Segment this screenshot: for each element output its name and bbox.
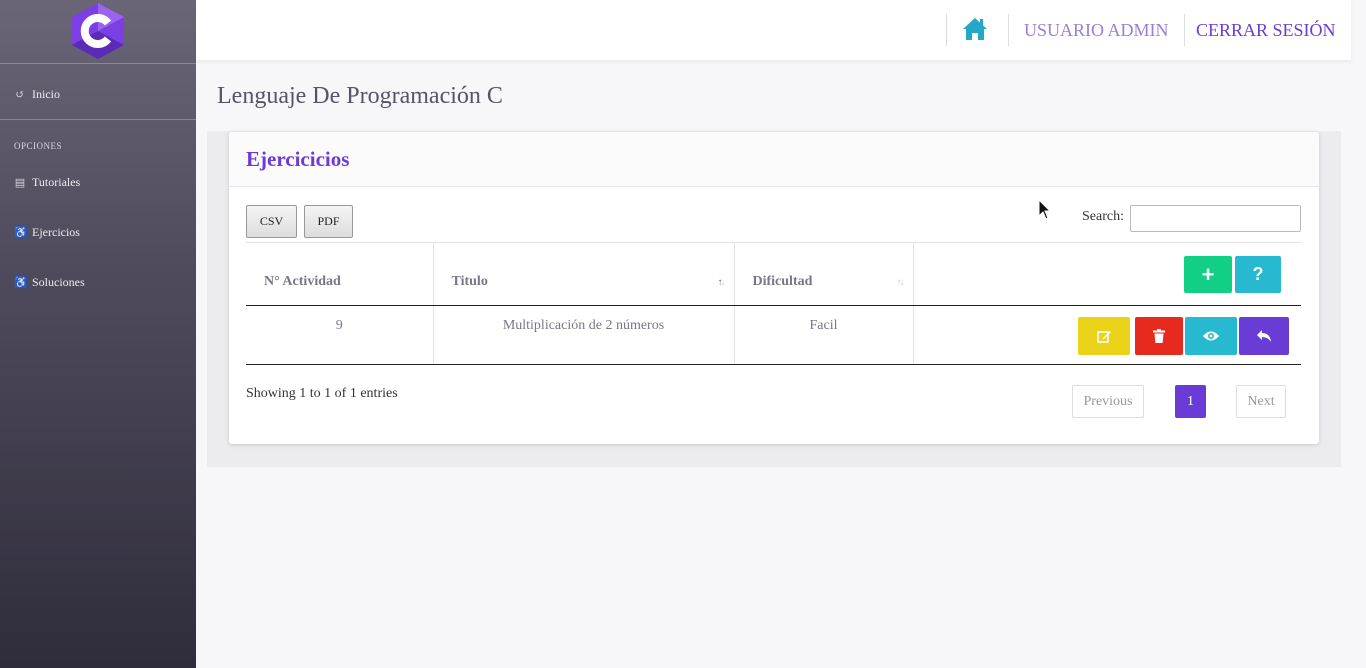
help-button[interactable]: ? <box>1235 256 1281 293</box>
cell-id: 9 <box>246 305 433 365</box>
cell-dificultad: Facil <box>733 305 913 365</box>
refresh-icon: ↺ <box>15 89 25 101</box>
csv-export-button[interactable]: CSV <box>246 205 297 238</box>
card-header: Ejercicicios <box>229 132 1319 187</box>
table-header-row: N° Actividad Titulo ↑↓ Dificultad ↑↓ <box>246 242 1301 306</box>
user-admin-link[interactable]: USUARIO ADMIN <box>1024 20 1169 41</box>
navbar-divider <box>1008 14 1009 46</box>
add-exercise-button[interactable]: + <box>1184 256 1232 293</box>
top-navbar: USUARIO ADMIN CERRAR SESIÓN <box>196 0 1351 60</box>
cell-titulo: Multiplicación de 2 números <box>432 305 734 365</box>
sidebar-item-tutoriales[interactable]: ▤ Tutoriales <box>14 175 80 190</box>
search-input[interactable] <box>1130 205 1301 232</box>
view-button[interactable] <box>1185 317 1237 355</box>
card-title: Ejercicicios <box>246 147 350 171</box>
column-header-titulo[interactable]: Titulo ↑↓ <box>432 242 734 306</box>
pagination-next[interactable]: Next <box>1236 385 1286 418</box>
sidebar-item-label: Ejercicios <box>32 225 80 239</box>
reply-button[interactable] <box>1239 317 1289 355</box>
column-header-dificultad[interactable]: Dificultad ↑↓ <box>733 242 913 306</box>
c-language-logo[interactable] <box>71 2 125 60</box>
sidebar-item-label: Soluciones <box>32 275 85 289</box>
sidebar-item-ejercicios[interactable]: ♿ Ejercicios <box>14 225 80 240</box>
pagination-page-1[interactable]: 1 <box>1175 385 1206 418</box>
reply-icon <box>1257 330 1271 342</box>
navbar-divider <box>946 14 947 46</box>
navbar-divider <box>1184 14 1185 46</box>
eye-icon <box>1203 331 1219 341</box>
wheelchair-icon: ♿ <box>14 227 28 239</box>
trash-icon <box>1153 329 1165 343</box>
sidebar: ↺ Inicio OPCIONES ▤ Tutoriales ♿ Ejercic… <box>0 0 196 668</box>
column-header-label: N° Actividad <box>264 274 341 289</box>
column-header-label: Titulo <box>451 274 488 289</box>
mouse-cursor-icon <box>1038 199 1052 220</box>
sidebar-divider <box>0 119 196 120</box>
edit-button[interactable] <box>1078 317 1130 355</box>
sidebar-item-label: Tutoriales <box>32 175 81 189</box>
table-info: Showing 1 to 1 of 1 entries <box>246 386 398 401</box>
logo-area <box>0 0 196 64</box>
sidebar-section-heading: OPCIONES <box>14 141 63 151</box>
sort-icon: ↑↓ <box>896 277 905 288</box>
home-icon[interactable] <box>961 16 989 42</box>
search-label: Search: <box>1082 209 1124 224</box>
delete-button[interactable] <box>1135 317 1183 355</box>
sidebar-item-soluciones[interactable]: ♿ Soluciones <box>14 275 85 290</box>
book-icon: ▤ <box>14 177 26 189</box>
sort-icon: ↑↓ <box>717 277 726 288</box>
sidebar-item-inicio[interactable]: ↺ Inicio <box>14 87 60 102</box>
page-title: Lenguaje De Programación C <box>217 83 503 109</box>
sidebar-item-label: Inicio <box>32 87 60 101</box>
logout-link[interactable]: CERRAR SESIÓN <box>1196 20 1336 41</box>
pdf-export-button[interactable]: PDF <box>304 205 353 238</box>
column-header-actividad[interactable]: N° Actividad <box>246 242 433 306</box>
pagination-previous[interactable]: Previous <box>1072 385 1144 418</box>
edit-icon <box>1096 330 1111 343</box>
wheelchair-icon: ♿ <box>14 277 28 289</box>
column-header-label: Dificultad <box>752 274 813 289</box>
exercises-card: Ejercicicios CSV PDF Search: N° Activida… <box>229 132 1319 444</box>
